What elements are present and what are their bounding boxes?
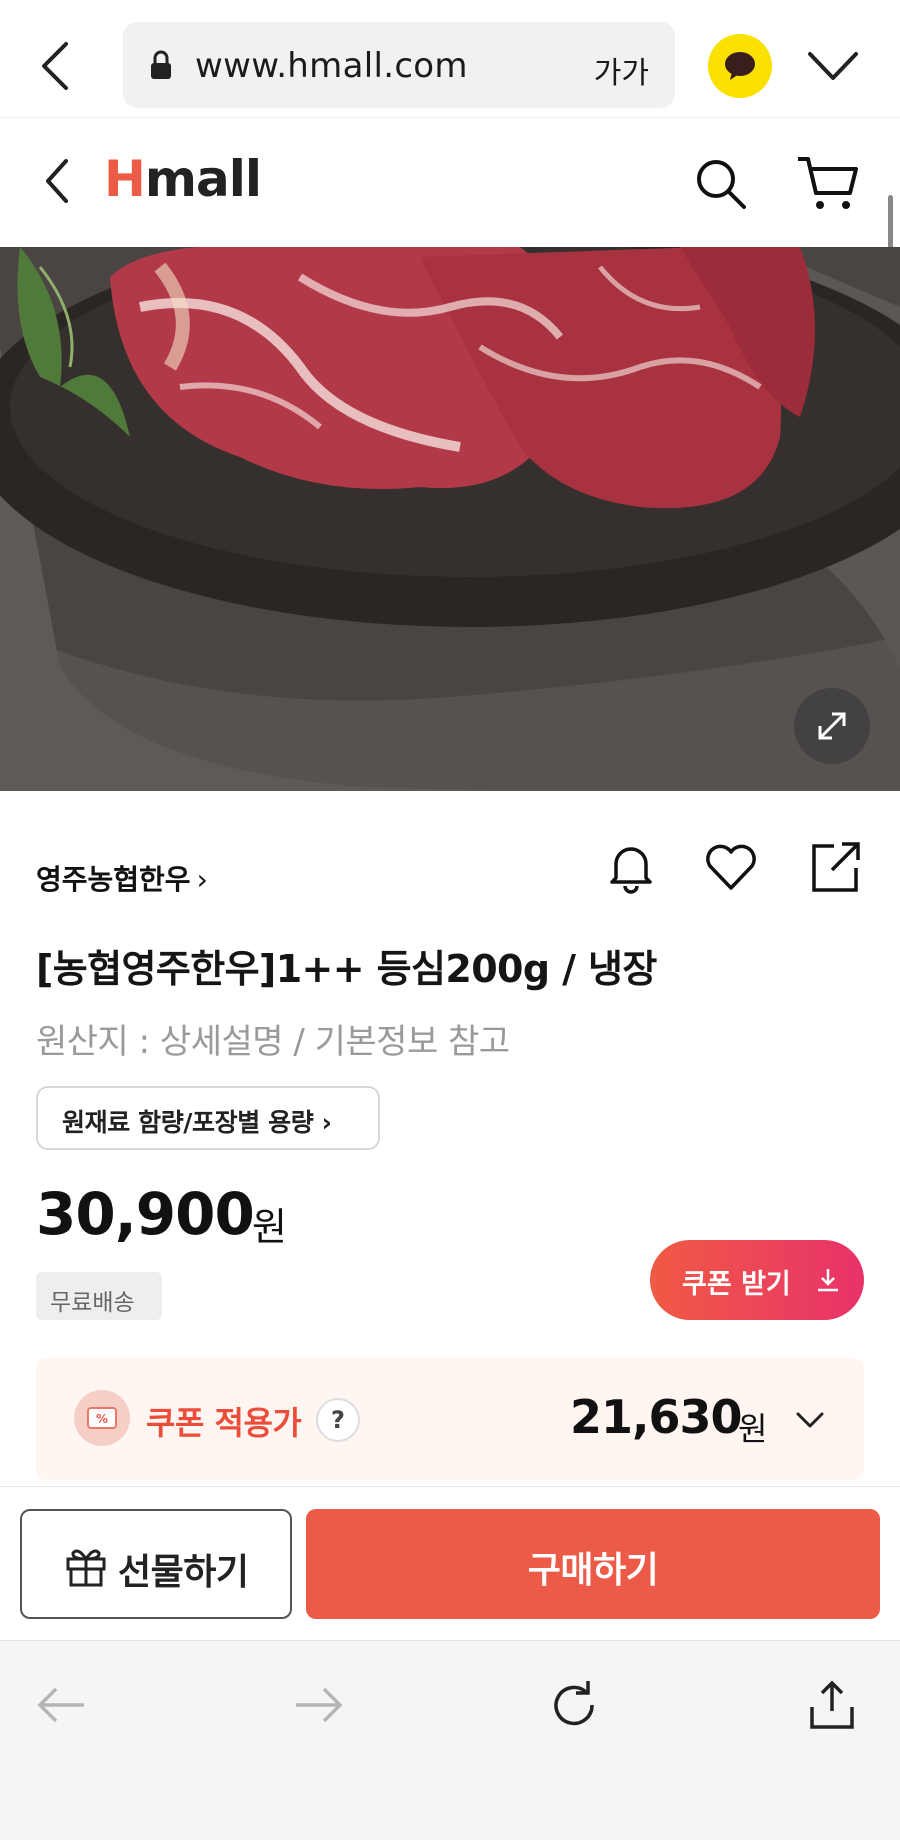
get-coupon-button[interactable]: 쿠폰 받기: [650, 1240, 864, 1320]
gift-label: 선물하기: [118, 1552, 249, 1593]
kakao-talk-icon: [725, 52, 755, 80]
arrow-left-icon[interactable]: [34, 1677, 90, 1733]
gift-icon: [66, 1549, 106, 1587]
url-text: www.hmall.com: [195, 46, 468, 86]
product-origin: 원산지 : 상세설명 / 기본정보 참고: [36, 1022, 510, 1062]
scrollbar[interactable]: [888, 195, 893, 255]
product-price: 30,900: [36, 1180, 255, 1248]
coupon-price-unit: 원: [738, 1410, 768, 1448]
coupon-price: 21,630: [570, 1390, 743, 1444]
browser-back-icon[interactable]: [38, 40, 74, 92]
bell-icon[interactable]: [602, 838, 660, 896]
product-image[interactable]: [0, 247, 900, 791]
chevron-right-icon: ›: [196, 863, 208, 896]
buy-label: 구매하기: [527, 1550, 659, 1591]
brand-link[interactable]: 영주농협한우 ›: [36, 858, 208, 898]
upload-icon[interactable]: [804, 1677, 860, 1733]
coupon-price-label: 쿠폰 적용가: [146, 1404, 302, 1442]
coupon-price-panel[interactable]: % 쿠폰 적용가 ? 21,630 원: [36, 1358, 864, 1480]
browser-address-bar: www.hmall.com 가가: [0, 0, 900, 118]
url-field[interactable]: www.hmall.com 가가: [123, 22, 675, 108]
svg-text:%: %: [96, 1412, 108, 1426]
chevron-down-icon[interactable]: [806, 46, 860, 86]
search-icon[interactable]: [694, 157, 748, 211]
hmall-logo[interactable]: Hmall: [104, 149, 262, 209]
buy-button[interactable]: 구매하기: [306, 1509, 880, 1619]
arrow-right-icon[interactable]: [290, 1677, 346, 1733]
chevron-down-icon[interactable]: [794, 1408, 826, 1432]
raw-material-info-button[interactable]: 원재료 함량/포장별 용량 ›: [36, 1086, 380, 1150]
purchase-action-bar: 선물하기 구매하기: [0, 1486, 900, 1640]
download-icon: [818, 1269, 838, 1292]
reload-icon[interactable]: [546, 1677, 602, 1733]
brand-name: 영주농협한우: [36, 863, 191, 896]
steak-photo: [0, 247, 900, 791]
coupon-percent-icon: %: [74, 1390, 130, 1446]
text-size-button[interactable]: 가가: [594, 48, 649, 92]
help-icon[interactable]: ?: [316, 1398, 360, 1442]
product-title: [농협영주한우]1++ 등심200g / 냉장: [36, 947, 657, 991]
lock-icon: [151, 50, 171, 79]
browser-toolbar: [0, 1640, 900, 1840]
gift-button[interactable]: 선물하기: [20, 1509, 292, 1619]
kakao-talk-button[interactable]: [708, 34, 772, 98]
share-icon[interactable]: [806, 838, 864, 896]
price-unit: 원: [252, 1205, 287, 1249]
cart-icon[interactable]: [796, 153, 858, 213]
free-shipping-badge: 무료배송: [36, 1272, 162, 1320]
site-header: Hmall: [0, 119, 900, 247]
raw-material-info-label: 원재료 함량/포장별 용량 ›: [62, 1108, 332, 1137]
expand-image-button[interactable]: [794, 688, 870, 764]
back-icon[interactable]: [42, 155, 72, 207]
get-coupon-label: 쿠폰 받기: [682, 1269, 791, 1300]
expand-icon: [818, 712, 846, 740]
heart-icon[interactable]: [702, 838, 760, 896]
